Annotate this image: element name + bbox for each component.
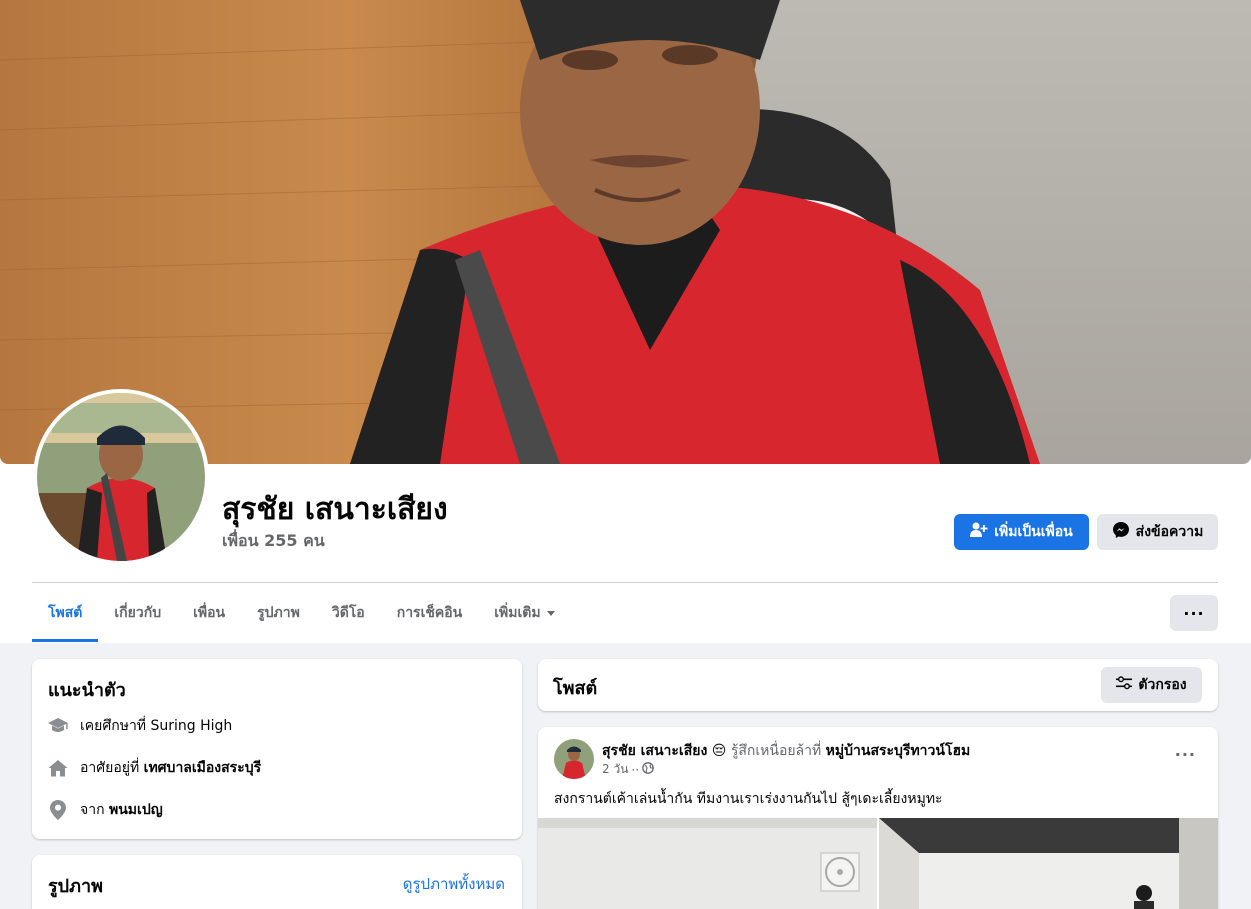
tab-friends[interactable]: เพื่อน <box>177 584 241 642</box>
posts-header-card: โพสต์ ตัวกรอง <box>538 659 1218 711</box>
intro-title: แนะนำตัว <box>48 680 126 701</box>
profile-tabs: โพสต์ เกี่ยวกับ เพื่อน รูปภาพ วิดีโอ การ… <box>32 584 571 642</box>
profile-header: สุรชัย เสนาะเสียง เพื่อน 255 คน เพิ่มเป็… <box>0 0 1251 643</box>
intro-education: เคยศึกษาที่ Suring High <box>48 715 232 737</box>
more-options-icon: ··· <box>1183 603 1205 623</box>
tab-about[interactable]: เกี่ยวกับ <box>98 584 177 642</box>
tab-photos[interactable]: รูปภาพ <box>241 584 316 642</box>
post-options-button[interactable]: ··· <box>1175 745 1196 764</box>
location-pin-icon <box>48 800 68 820</box>
post-author-name[interactable]: สุรชัย เสนาะเสียง <box>602 743 707 759</box>
post-meta-separator: ·· <box>631 762 640 777</box>
tab-more[interactable]: เพิ่มเติม <box>478 584 570 642</box>
chevron-down-icon <box>546 610 555 616</box>
profile-avatar[interactable] <box>33 389 209 565</box>
post-feeling: รู้สึกเหนื่อยล้าที่ <box>730 743 822 759</box>
home-icon <box>48 758 68 778</box>
messenger-icon <box>1112 521 1130 543</box>
photos-card: รูปภาพ ดูรูปภาพทั้งหมด <box>32 855 522 909</box>
post-location[interactable]: หมู่บ้านสระบุรีทาวน์โฮม <box>826 743 971 759</box>
see-all-photos-link[interactable]: ดูรูปภาพทั้งหมด <box>403 872 505 896</box>
tab-checkins[interactable]: การเช็คอิน <box>381 584 479 642</box>
message-button[interactable]: ส่งข้อความ <box>1097 514 1218 550</box>
globe-icon <box>642 762 654 777</box>
education-value[interactable]: Suring High <box>151 718 233 734</box>
intro-card: แนะนำตัว เคยศึกษาที่ Suring High อาศัยอย… <box>32 659 522 839</box>
profile-name: สุรชัย เสนาะเสียง <box>222 492 448 527</box>
post-author-avatar[interactable] <box>554 739 594 779</box>
tab-posts[interactable]: โพสต์ <box>32 584 99 642</box>
post-header: สุรชัย เสนาะเสียง 😔 รู้สึกเหนื่อยล้าที่ … <box>602 740 970 762</box>
posts-title: โพสต์ <box>553 678 598 699</box>
feeling-emoji: 😔 <box>711 743 727 759</box>
friends-count[interactable]: เพื่อน 255 คน <box>222 529 325 554</box>
more-options-button[interactable]: ··· <box>1170 595 1218 631</box>
post-meta: 2 วัน ·· <box>602 760 654 779</box>
post-text: สงกรานต์เค้าเล่นน้ำกัน ทีมงานเราเร่งงานก… <box>554 791 943 807</box>
header-divider <box>32 582 1218 583</box>
add-friend-icon <box>970 522 988 542</box>
filter-icon <box>1116 676 1133 694</box>
tab-videos[interactable]: วิดีโอ <box>316 584 381 642</box>
lives-value[interactable]: เทศบาลเมืองสระบุรี <box>144 760 261 776</box>
post-photo[interactable] <box>879 818 1218 909</box>
intro-lives: อาศัยอยู่ที่ เทศบาลเมืองสระบุรี <box>48 757 261 779</box>
filter-button[interactable]: ตัวกรอง <box>1101 667 1202 703</box>
graduation-cap-icon <box>48 716 68 736</box>
cover-photo[interactable] <box>0 0 1251 464</box>
message-label: ส่งข้อความ <box>1135 524 1204 540</box>
add-friend-button[interactable]: เพิ่มเป็นเพื่อน <box>954 514 1089 550</box>
post-photo[interactable] <box>538 818 877 909</box>
add-friend-label: เพิ่มเป็นเพื่อน <box>994 524 1073 540</box>
post-card: สุรชัย เสนาะเสียง 😔 รู้สึกเหนื่อยล้าที่ … <box>538 727 1218 909</box>
from-value[interactable]: พนมเปญ <box>109 802 163 818</box>
photos-title: รูปภาพ <box>48 876 103 897</box>
intro-from: จาก พนมเปญ <box>48 799 163 821</box>
post-time[interactable]: 2 วัน <box>602 760 628 779</box>
filter-label: ตัวกรอง <box>1138 677 1187 693</box>
